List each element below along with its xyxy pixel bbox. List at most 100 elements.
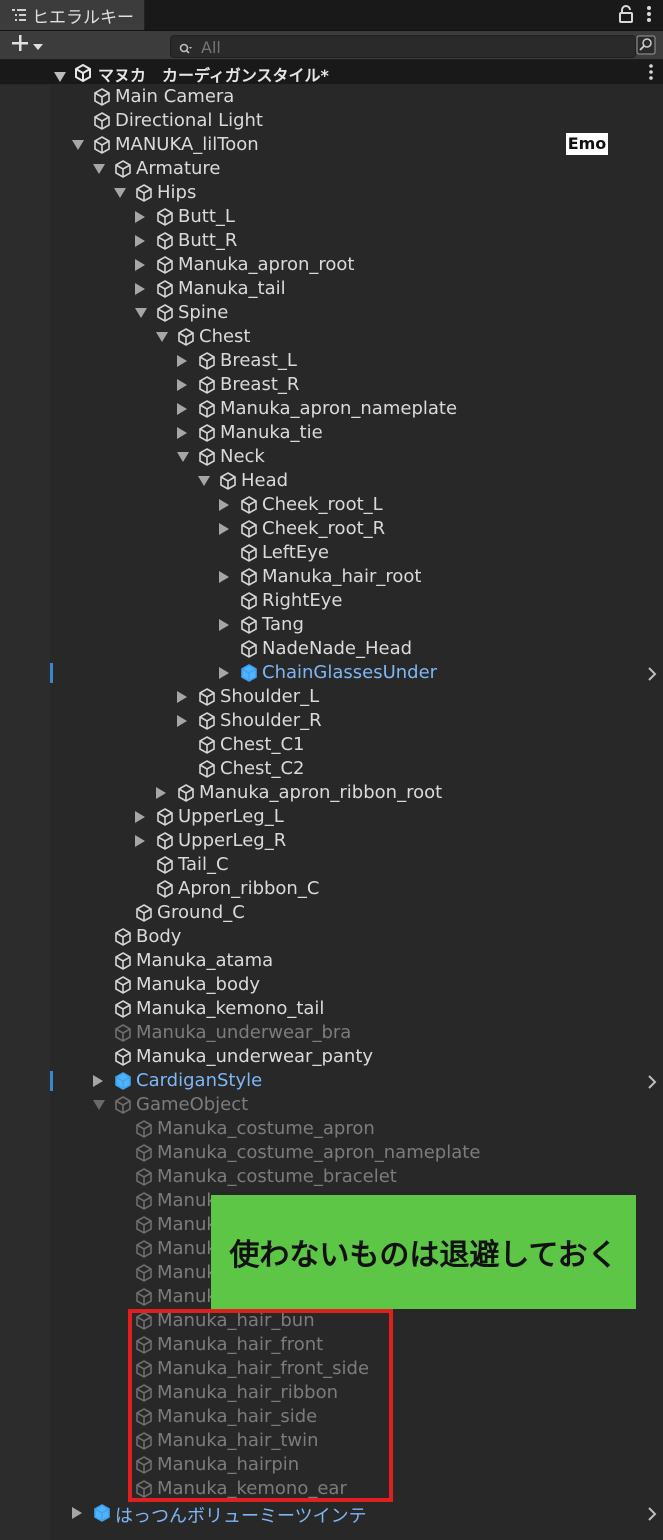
expand-arrow-icon[interactable]: [135, 308, 147, 318]
collapse-arrow-icon[interactable]: [177, 403, 187, 415]
tab-menu-dots-icon[interactable]: [647, 5, 651, 27]
expand-arrow-icon[interactable]: [198, 476, 210, 486]
tree-row[interactable]: Apron_ribbon_C: [0, 877, 663, 901]
prefab-row[interactable]: ChainGlassesUnder: [0, 661, 663, 685]
tree-row-label: Butt_L: [178, 206, 235, 227]
collapse-arrow-icon[interactable]: [135, 211, 145, 223]
tree-row-label: ChainGlassesUnder: [262, 662, 438, 683]
collapse-arrow-icon[interactable]: [219, 667, 229, 679]
search-type-button[interactable]: [636, 35, 656, 55]
collapse-arrow-icon[interactable]: [177, 691, 187, 703]
collapse-arrow-icon[interactable]: [219, 571, 229, 583]
gameobject-cube-icon: [92, 87, 112, 107]
tree-row[interactable]: Chest_C2: [0, 757, 663, 781]
tree-row[interactable]: Manuka_underwear_panty: [0, 1045, 663, 1069]
collapse-arrow-icon[interactable]: [219, 523, 229, 535]
collapse-arrow-icon[interactable]: [135, 235, 145, 247]
open-prefab-chevron-icon[interactable]: [647, 1506, 657, 1525]
tree-row[interactable]: Chest: [0, 325, 663, 349]
expand-arrow-icon[interactable]: [114, 188, 126, 198]
tree-row[interactable]: Cheek_root_R: [0, 517, 663, 541]
tree-row-label: Manuka_costume_bracelet: [157, 1166, 397, 1187]
collapse-arrow-icon[interactable]: [72, 1507, 82, 1519]
collapse-arrow-icon[interactable]: [177, 379, 187, 391]
collapse-arrow-icon[interactable]: [135, 259, 145, 271]
collapse-arrow-icon[interactable]: [135, 283, 145, 295]
expand-arrow-icon[interactable]: [72, 140, 84, 150]
scene-menu-dots-icon[interactable]: [649, 64, 653, 84]
expand-arrow-icon[interactable]: [177, 452, 189, 462]
tree-row[interactable]: Manuka_apron_nameplate: [0, 397, 663, 421]
tree-row[interactable]: Armature: [0, 157, 663, 181]
tree-row[interactable]: Manuka_costume_apron: [0, 1117, 663, 1141]
tree-row[interactable]: RightEye: [0, 589, 663, 613]
tree-row[interactable]: UpperLeg_R: [0, 829, 663, 853]
open-prefab-chevron-icon[interactable]: [647, 666, 657, 685]
tree-row[interactable]: Ground_C: [0, 901, 663, 925]
gameobject-cube-icon: [239, 519, 259, 539]
collapse-arrow-icon[interactable]: [177, 427, 187, 439]
tree-row-label: Apron_ribbon_C: [178, 878, 320, 899]
tree-row[interactable]: MANUKA_lilToon: [0, 133, 663, 157]
tree-row[interactable]: Manuka_tail: [0, 277, 663, 301]
tree-row[interactable]: Head: [0, 469, 663, 493]
tab-hierarchy[interactable]: ヒエラルキー: [0, 0, 145, 30]
tree-row[interactable]: Manuka_atama: [0, 949, 663, 973]
tree-row[interactable]: NadeNade_Head: [0, 637, 663, 661]
search-input[interactable]: [199, 37, 603, 57]
tree-row[interactable]: Breast_L: [0, 349, 663, 373]
tree-row[interactable]: LeftEye: [0, 541, 663, 565]
tree-row[interactable]: Neck: [0, 445, 663, 469]
tree-row[interactable]: Shoulder_L: [0, 685, 663, 709]
collapse-arrow-icon[interactable]: [219, 619, 229, 631]
gameobject-cube-icon: [134, 183, 154, 203]
tree-row[interactable]: Manuka_apron_ribbon_root: [0, 781, 663, 805]
collapse-arrow-icon[interactable]: [93, 1075, 103, 1087]
tree-row[interactable]: Body: [0, 925, 663, 949]
tree-row[interactable]: Manuka_costume_bracelet: [0, 1165, 663, 1189]
tree-row[interactable]: Manuka_costume_apron_nameplate: [0, 1141, 663, 1165]
override-marker: [50, 1071, 53, 1091]
tree-row[interactable]: Tang: [0, 613, 663, 637]
tree-row[interactable]: Tail_C: [0, 853, 663, 877]
expand-arrow-icon[interactable]: [93, 1100, 105, 1110]
collapse-arrow-icon[interactable]: [135, 835, 145, 847]
tree-row[interactable]: Shoulder_R: [0, 709, 663, 733]
open-prefab-chevron-icon[interactable]: [647, 1074, 657, 1093]
tree-row[interactable]: Manuka_underwear_bra: [0, 1021, 663, 1045]
tree-row[interactable]: Butt_R: [0, 229, 663, 253]
expand-arrow-icon[interactable]: [156, 332, 168, 342]
prefab-row[interactable]: CardiganStyle: [0, 1069, 663, 1093]
scene-expand-arrow-icon[interactable]: [54, 67, 66, 86]
lock-icon[interactable]: [619, 5, 633, 27]
collapse-arrow-icon[interactable]: [219, 499, 229, 511]
annotation-callout: 使わないものは退避しておく: [211, 1195, 636, 1309]
prefab-row[interactable]: はっつんボリューミーツインテ: [0, 1501, 663, 1527]
tree-row[interactable]: Directional Light: [0, 109, 663, 133]
collapse-arrow-icon[interactable]: [156, 787, 166, 799]
tree-row[interactable]: Manuka_hair_root: [0, 565, 663, 589]
tree-row[interactable]: Hips: [0, 181, 663, 205]
tree-row-label: Spine: [178, 302, 229, 323]
expand-arrow-icon[interactable]: [93, 164, 105, 174]
tree-row[interactable]: Spine: [0, 301, 663, 325]
tree-row[interactable]: Breast_R: [0, 373, 663, 397]
tree-row[interactable]: Butt_L: [0, 205, 663, 229]
tree-row[interactable]: Manuka_kemono_tail: [0, 997, 663, 1021]
collapse-arrow-icon[interactable]: [177, 355, 187, 367]
tree-row-label: Manuka_body: [136, 974, 261, 995]
tree-row[interactable]: Manuka_body: [0, 973, 663, 997]
collapse-arrow-icon[interactable]: [177, 715, 187, 727]
tree-row[interactable]: Manuka_tie: [0, 421, 663, 445]
tree-row[interactable]: Manuka_apron_root: [0, 253, 663, 277]
tree-row[interactable]: Main Camera: [0, 85, 663, 109]
tree-row[interactable]: GameObject: [0, 1093, 663, 1117]
tree-row[interactable]: Cheek_root_L: [0, 493, 663, 517]
scene-header[interactable]: マヌカ カーディガンスタイル*: [0, 60, 663, 86]
tree-row[interactable]: Chest_C1: [0, 733, 663, 757]
search-field[interactable]: [170, 35, 636, 58]
add-button[interactable]: [10, 34, 50, 56]
collapse-arrow-icon[interactable]: [135, 811, 145, 823]
tree-row[interactable]: UpperLeg_L: [0, 805, 663, 829]
chevron-down-icon: [33, 36, 43, 55]
